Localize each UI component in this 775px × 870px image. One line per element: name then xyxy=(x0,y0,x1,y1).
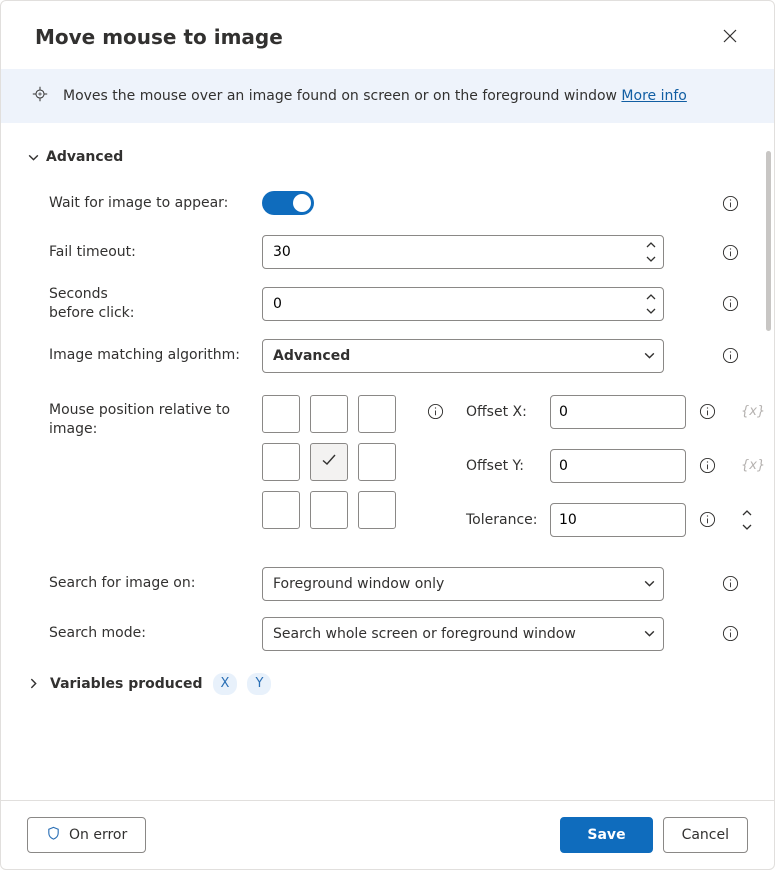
row-offset-y: Offset Y: {x} xyxy=(466,449,718,483)
wait-for-image-toggle[interactable] xyxy=(262,191,314,215)
info-icon[interactable] xyxy=(721,625,739,643)
more-info-link[interactable]: More info xyxy=(621,88,686,104)
banner-text: Moves the mouse over an image found on s… xyxy=(63,88,687,104)
pos-cell-bottom-left[interactable] xyxy=(262,491,300,529)
offset-y-label: Offset Y: xyxy=(466,458,538,474)
info-icon[interactable] xyxy=(721,295,739,313)
offset-x-input-wrapper: {x} xyxy=(550,395,686,429)
variable-badge-y[interactable]: Y xyxy=(247,673,271,695)
matching-algorithm-label: Image matching algorithm: xyxy=(27,346,262,365)
fail-timeout-input[interactable] xyxy=(263,236,641,268)
info-icon[interactable] xyxy=(721,575,739,593)
tolerance-input-wrapper xyxy=(550,503,686,537)
row-offset-x: Offset X: {x} xyxy=(466,395,718,429)
row-mouse-position: Mouse position relative to image: xyxy=(27,381,748,545)
search-mode-value: Search whole screen or foreground window xyxy=(263,626,635,642)
save-button[interactable]: Save xyxy=(560,817,652,853)
fail-timeout-step-down[interactable] xyxy=(642,252,660,266)
search-mode-label: Search mode: xyxy=(27,624,262,643)
search-on-label: Search for image on: xyxy=(27,574,262,593)
pos-cell-top-center[interactable] xyxy=(310,395,348,433)
chevron-down-icon xyxy=(635,577,663,590)
close-button[interactable] xyxy=(714,21,746,53)
row-matching-algorithm: Image matching algorithm: Advanced xyxy=(27,331,748,381)
info-icon[interactable] xyxy=(721,243,739,261)
cancel-label: Cancel xyxy=(682,827,729,843)
info-icon[interactable] xyxy=(698,457,716,475)
dialog: Move mouse to image Moves the mouse over… xyxy=(0,0,775,870)
matching-algorithm-select[interactable]: Advanced xyxy=(262,339,664,373)
info-icon[interactable] xyxy=(426,403,444,421)
wait-for-image-label: Wait for image to appear: xyxy=(27,194,262,213)
offset-x-label: Offset X: xyxy=(466,404,538,420)
pos-cell-bottom-center[interactable] xyxy=(310,491,348,529)
on-error-label: On error xyxy=(69,827,127,843)
info-icon[interactable] xyxy=(698,511,716,529)
seconds-before-click-step-down[interactable] xyxy=(642,304,660,318)
offset-block: Offset X: {x} Offset Y: {x} xyxy=(466,395,718,537)
variable-badge-x[interactable]: X xyxy=(213,673,238,695)
info-icon[interactable] xyxy=(721,347,739,365)
tolerance-label: Tolerance: xyxy=(466,512,538,528)
tolerance-step-down[interactable] xyxy=(742,520,752,534)
matching-algorithm-value: Advanced xyxy=(263,348,635,364)
row-tolerance: Tolerance: xyxy=(466,503,718,537)
search-on-value: Foreground window only xyxy=(263,576,635,592)
pos-cell-bottom-right[interactable] xyxy=(358,491,396,529)
pos-cell-top-right[interactable] xyxy=(358,395,396,433)
cancel-button[interactable]: Cancel xyxy=(663,817,748,853)
fail-timeout-label: Fail timeout: xyxy=(27,243,262,262)
scrollbar[interactable] xyxy=(763,61,773,789)
info-icon[interactable] xyxy=(721,194,739,212)
section-advanced[interactable]: Advanced xyxy=(27,149,748,165)
banner-text-content: Moves the mouse over an image found on s… xyxy=(63,88,621,104)
on-error-button[interactable]: On error xyxy=(27,817,146,853)
info-banner: Moves the mouse over an image found on s… xyxy=(1,69,774,123)
seconds-before-click-step-up[interactable] xyxy=(642,290,660,304)
pos-cell-middle-left[interactable] xyxy=(262,443,300,481)
search-mode-select[interactable]: Search whole screen or foreground window xyxy=(262,617,664,651)
offset-y-input-wrapper: {x} xyxy=(550,449,686,483)
seconds-before-click-label: Seconds before click: xyxy=(27,285,262,323)
seconds-before-click-input[interactable] xyxy=(263,288,641,320)
pos-cell-middle-center[interactable] xyxy=(310,443,348,481)
info-icon[interactable] xyxy=(698,403,716,421)
shield-icon xyxy=(46,826,61,845)
section-advanced-label: Advanced xyxy=(46,149,123,165)
seconds-before-click-input-wrapper xyxy=(262,287,664,321)
fail-timeout-step-up[interactable] xyxy=(642,238,660,252)
chevron-down-icon xyxy=(635,349,663,362)
section-variables-produced[interactable]: Variables produced X Y xyxy=(27,673,748,695)
mouse-target-icon xyxy=(31,85,49,107)
row-seconds-before-click: Seconds before click: xyxy=(27,277,748,331)
tolerance-step-up[interactable] xyxy=(742,506,752,520)
mouse-position-grid xyxy=(262,395,396,529)
row-search-on: Search for image on: Foreground window o… xyxy=(27,559,748,609)
close-icon xyxy=(723,29,737,46)
dialog-title: Move mouse to image xyxy=(35,25,283,49)
search-on-select[interactable]: Foreground window only xyxy=(262,567,664,601)
chevron-down-icon xyxy=(27,151,40,164)
pos-cell-top-left[interactable] xyxy=(262,395,300,433)
fail-timeout-input-wrapper xyxy=(262,235,664,269)
pos-cell-middle-right[interactable] xyxy=(358,443,396,481)
row-search-mode: Search mode: Search whole screen or fore… xyxy=(27,609,748,659)
dialog-footer: On error Save Cancel xyxy=(1,800,774,869)
chevron-down-icon xyxy=(635,627,663,640)
row-wait-for-image: Wait for image to appear: xyxy=(27,179,748,227)
row-fail-timeout: Fail timeout: xyxy=(27,227,748,277)
chevron-right-icon xyxy=(27,677,40,690)
check-icon xyxy=(321,452,337,472)
save-label: Save xyxy=(587,827,625,843)
mouse-position-label: Mouse position relative to image: xyxy=(27,395,262,439)
variables-produced-label: Variables produced xyxy=(50,676,203,692)
titlebar: Move mouse to image xyxy=(1,1,774,69)
dialog-body: Advanced Wait for image to appear: Fail … xyxy=(1,123,774,800)
